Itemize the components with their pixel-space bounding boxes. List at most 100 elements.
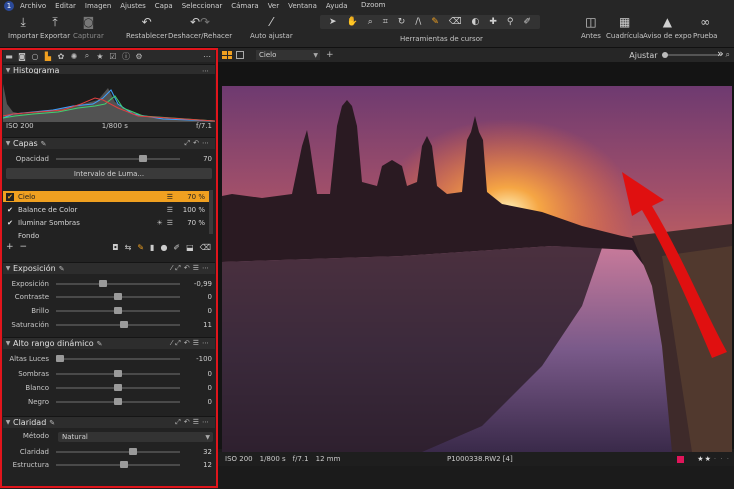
layer-checkbox[interactable]: ✔ (6, 192, 14, 201)
collapse-icon[interactable]: ▼ (3, 340, 13, 347)
slider-track[interactable] (56, 321, 180, 328)
swap-icon[interactable]: ⇆ (125, 243, 132, 252)
menu-imagen[interactable]: Imagen (85, 2, 111, 10)
exposure-tab-icon[interactable]: ▙ (42, 52, 54, 61)
expand-right-icon[interactable]: » (717, 47, 724, 60)
section-actions-icon[interactable]: ⁄⤢↶☰⋯ (171, 339, 212, 348)
zoom-slider[interactable] (661, 52, 722, 58)
menu-ventana[interactable]: Ventana (288, 2, 317, 10)
photo-preview[interactable] (222, 86, 732, 452)
slider-knob[interactable] (56, 355, 64, 362)
zoom-icon[interactable]: ⌕ (726, 50, 730, 60)
zoom-slider-knob[interactable] (661, 52, 668, 58)
luma-range-button[interactable]: Intervalo de Luma... (6, 168, 212, 179)
collapse-icon[interactable]: ▼ (3, 419, 13, 426)
settings-tab-icon[interactable]: ⚙ (133, 52, 145, 61)
menu-capa[interactable]: Capa (155, 2, 173, 10)
grid-view-icon[interactable] (222, 51, 232, 59)
slider-knob[interactable] (120, 461, 129, 468)
exposure-header[interactable]: ▼ Exposición ✎ ⁄⤢↶☰⋯ (3, 262, 215, 274)
single-view-icon[interactable] (236, 51, 244, 59)
slider-knob[interactable] (128, 448, 137, 455)
annotate-tool-icon[interactable]: ✐ (523, 17, 531, 27)
layer-item-balance-color[interactable]: ✔ Balance de Color ☰ 100 % (3, 204, 209, 215)
slider-track[interactable] (56, 384, 180, 391)
slider-track[interactable] (56, 293, 180, 300)
erase-mask-icon[interactable]: ⌫ (200, 243, 211, 252)
hand-tool-icon[interactable]: ✋ (347, 17, 358, 27)
heal-tool-icon[interactable]: ✚ (489, 17, 497, 27)
slider-knob[interactable] (120, 321, 129, 328)
eraser-tool-icon[interactable]: ⌫ (449, 17, 462, 27)
menu-ayuda[interactable]: Ayuda (326, 2, 348, 10)
layer-checkbox[interactable]: ✔ (6, 206, 14, 214)
menu-archivo[interactable]: Archivo (20, 2, 46, 10)
info-tab-icon[interactable]: ⓘ (120, 51, 132, 62)
slider-knob[interactable] (99, 280, 108, 287)
layers-scrollbar[interactable] (209, 190, 213, 234)
slider-knob[interactable] (114, 307, 122, 314)
undo-redo-button[interactable]: ↶ ↷ Deshacer/Rehacer (168, 15, 232, 40)
favorite-tab-icon[interactable]: ★ (94, 52, 106, 61)
pen-mask-icon[interactable]: ✐ (173, 243, 180, 252)
picker-tool-icon[interactable]: ⚲ (507, 17, 514, 27)
slider-knob[interactable] (114, 384, 122, 391)
menu-ver[interactable]: Ver (268, 2, 279, 10)
star-rating[interactable]: ★★ (697, 455, 712, 463)
library-tab-icon[interactable]: ▬ (3, 52, 15, 61)
rotate-tool-icon[interactable]: ↻ (398, 17, 406, 27)
zoom-tool-icon[interactable]: ⌕ (368, 17, 373, 27)
slider-knob[interactable] (114, 398, 122, 405)
slider-knob[interactable] (114, 293, 122, 300)
collapse-icon[interactable]: ▼ (3, 265, 13, 272)
menu-ajustes[interactable]: Ajustes (120, 2, 146, 10)
brush-mask-icon[interactable]: ✎ (137, 243, 144, 252)
collapse-icon[interactable]: ▼ (3, 140, 13, 147)
grid-button[interactable]: ▦ Cuadrícula (606, 15, 643, 40)
opacity-slider[interactable] (56, 155, 180, 162)
section-actions-icon[interactable]: ⤢↶☰⋯ (175, 418, 212, 427)
local-adjust-tab-icon[interactable]: ⌕ (81, 51, 93, 61)
layer-item-iluminar-sombras[interactable]: ✔ Iluminar Sombras ☀ ☰ 70 % (3, 217, 209, 228)
auto-adjust-button[interactable]: ⁄ Auto ajustar (250, 15, 293, 40)
capture-tab-icon[interactable]: ◙ (16, 52, 28, 61)
method-select[interactable]: Natural ▼ (58, 432, 213, 442)
collapse-icon[interactable]: ▼ (3, 67, 13, 74)
crop-tool-icon[interactable]: ⌗ (383, 17, 388, 27)
section-actions-icon[interactable]: ⁄⤢↶☰⋯ (171, 264, 212, 273)
radial-gradient-icon[interactable]: ● (160, 243, 167, 252)
fit-zoom-label[interactable]: Ajustar (629, 51, 657, 60)
slider-track[interactable] (56, 280, 180, 287)
layer-item-cielo[interactable]: ✔ Cielo ☰ 70 % (3, 191, 209, 202)
lens-tab-icon[interactable]: ○ (29, 52, 41, 61)
before-button[interactable]: ◫ Antes (581, 15, 601, 40)
export-button[interactable]: ⤒ Exportar (40, 15, 70, 41)
proof-button[interactable]: ∞ Prueba (693, 15, 717, 40)
slider-track[interactable] (56, 398, 180, 405)
detail-tab-icon[interactable]: ✺ (68, 52, 80, 61)
clarity-header[interactable]: ▼ Claridad ✎ ⤢↶☰⋯ (3, 416, 215, 428)
menu-seleccionar[interactable]: Seleccionar (182, 2, 223, 10)
remove-layer-icon[interactable]: − (20, 242, 28, 252)
add-icon[interactable]: + (326, 50, 334, 60)
opacity-slider-knob[interactable] (138, 155, 147, 162)
color-tag[interactable] (677, 455, 685, 463)
menu-camara[interactable]: Cámara (231, 2, 258, 10)
slider-track[interactable] (56, 448, 180, 455)
section-actions-icon[interactable]: ⤢↶⋯ (185, 139, 212, 148)
slider-track[interactable] (56, 355, 180, 362)
add-layer-icon[interactable]: + (6, 242, 14, 252)
linear-gradient-icon[interactable]: ▮ (150, 243, 154, 252)
more-tabs-icon[interactable]: ⋯ (201, 52, 213, 61)
menu-editar[interactable]: Editar (55, 2, 76, 10)
layers-header[interactable]: ▼ Capas ✎ ⤢↶⋯ (3, 137, 215, 149)
exposure-warning-button[interactable]: ▲ Aviso de expo (643, 15, 692, 40)
keystone-tool-icon[interactable]: /\ (415, 17, 421, 27)
pointer-tool-icon[interactable]: ➤ (329, 17, 337, 27)
empty-stars[interactable]: · · · (714, 455, 730, 463)
gradient-tool-icon[interactable]: ◐ (472, 17, 480, 27)
layer-select[interactable]: Cielo ▼ (256, 50, 320, 60)
import-button[interactable]: ⤓ Importar (8, 15, 38, 41)
slider-track[interactable] (56, 307, 180, 314)
color-tab-icon[interactable]: ✿ (55, 52, 67, 61)
